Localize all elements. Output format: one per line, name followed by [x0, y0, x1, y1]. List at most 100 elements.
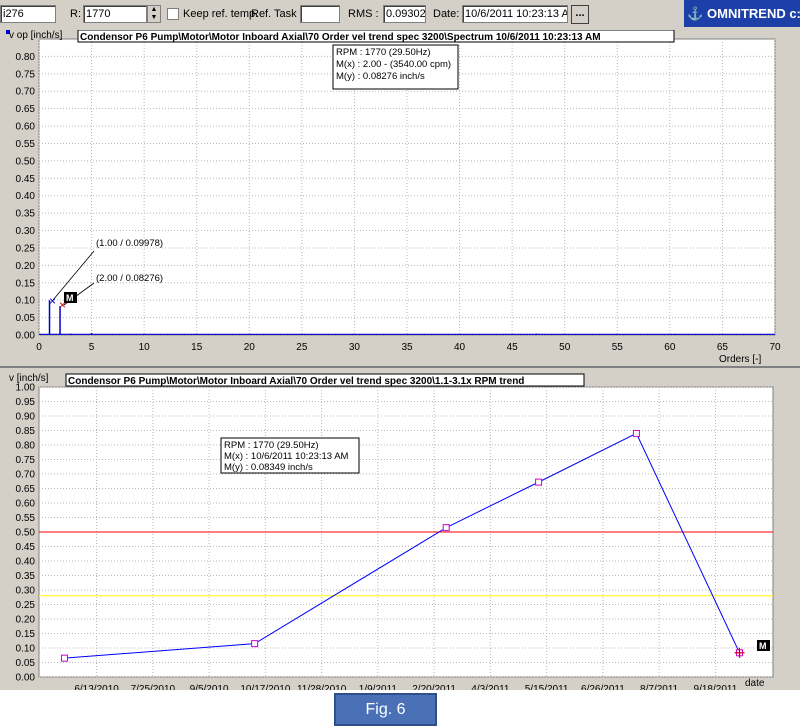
trend-y-tick: 0.40	[16, 557, 36, 568]
keep-ref-label: Keep ref. temp.	[183, 8, 259, 20]
r-label: R:	[70, 8, 81, 20]
spectrum-x-tick: 45	[507, 342, 519, 353]
spectrum-x-tick: 65	[717, 342, 729, 353]
trend-info-my: M(y) : 0.08349 inch/s	[224, 462, 313, 473]
peak-annotation-1x: (1.00 / 0.09978)	[96, 238, 163, 249]
spectrum-x-tick: 60	[664, 342, 676, 353]
spectrum-x-tick: 70	[769, 342, 781, 353]
spectrum-x-tick: 15	[191, 342, 203, 353]
spin-down-icon[interactable]: ▼	[148, 14, 160, 22]
trend-y-tick: 0.50	[16, 528, 36, 539]
trend-y-tick: 0.35	[16, 571, 36, 582]
trend-x-tick: 5/15/2011	[525, 684, 569, 690]
peak-1x-cross-icon: ×	[49, 294, 56, 308]
trend-point[interactable]	[632, 429, 640, 437]
trend-x-tick: 11/28/2010	[297, 684, 347, 690]
spectrum-y-tick: 0.50	[16, 156, 36, 167]
spectrum-y-tick: 0.75	[16, 69, 36, 80]
trend-y-tick: 0.20	[16, 615, 36, 626]
spectrum-title: Condensor P6 Pump\Motor\Motor Inboard Ax…	[80, 32, 601, 43]
trend-x-tick: 2/20/2011	[412, 684, 456, 690]
spectrum-y-tick: 0.20	[16, 261, 36, 272]
trend-y-tick: 0.70	[16, 470, 36, 481]
trend-x-tick: 9/5/2010	[190, 684, 229, 690]
brand-label: OMNITREND c:\	[707, 6, 800, 21]
omnitrend-brand: ⚓ OMNITREND c:\	[684, 0, 800, 27]
trend-x-label: date	[745, 678, 765, 689]
rms-value: 0.09302	[383, 5, 426, 23]
trend-x-tick: 6/13/2010	[74, 684, 119, 690]
date-browse-button[interactable]: ...	[571, 5, 589, 24]
spectrum-y-tick: 0.40	[16, 191, 36, 202]
spectrum-x-tick: 50	[559, 342, 571, 353]
trend-x-tick: 6/26/2011	[581, 684, 625, 690]
keep-ref-checkbox[interactable]	[167, 8, 179, 20]
spectrum-y-tick: 0.30	[16, 226, 36, 237]
spectrum-y-tick: 0.25	[16, 243, 36, 254]
trend-y-tick: 1.00	[16, 383, 36, 394]
trend-chart[interactable]: 6/13/2010 7/25/2010 9/5/2010 10/17/2010 11/2…	[0, 368, 800, 695]
rpm-spinner[interactable]: ▲ ▼	[147, 5, 161, 23]
spectrum-y-tick: 0.55	[16, 139, 36, 150]
trend-y-tick: 0.55	[16, 513, 36, 524]
trend-y-tick: 0.75	[16, 455, 36, 466]
trend-x-tick: 8/7/2011	[640, 684, 679, 690]
date-label: Date:	[433, 8, 460, 20]
trend-y-tick: 0.15	[16, 629, 36, 640]
toolbar: i276 R: 1770 ▲ ▼ Keep ref. temp. Ref. Ta…	[0, 0, 800, 31]
spectrum-y-tick: 0.10	[16, 296, 36, 307]
trend-panel: 6/13/2010 7/25/2010 9/5/2010 10/17/2010 11/2…	[0, 368, 800, 695]
ref-task-field[interactable]	[300, 5, 340, 23]
trend-y-tick: 0.60	[16, 499, 36, 510]
trend-y-tick: 0.95	[16, 397, 36, 408]
spectrum-info-rpm: RPM : 1770 (29.50Hz)	[336, 47, 431, 58]
anchor-icon: ⚓	[687, 6, 704, 21]
date-field[interactable]: 10/6/2011 10:23:13 A	[462, 5, 568, 23]
spectrum-x-tick: 55	[612, 342, 624, 353]
figure-caption: Fig. 6	[334, 693, 437, 726]
spectrum-y-tick: 0.65	[16, 104, 36, 115]
spectrum-x-tick: 40	[454, 342, 466, 353]
trend-info-rpm: RPM : 1770 (29.50Hz)	[224, 440, 319, 451]
trend-x-tick: 7/25/2010	[131, 684, 176, 690]
spectrum-y-tick: 0.05	[16, 313, 36, 324]
id-field[interactable]: i276	[0, 5, 56, 23]
spectrum-x-label: Orders [-]	[719, 354, 761, 365]
spectrum-panel: 0 5 10 15 20 25 30 35 40 45 50 55 60 65 70 0.00 0.05 0.1…	[0, 29, 800, 366]
trend-point[interactable]	[251, 640, 259, 648]
spectrum-info-mx: M(x) : 2.00 - (3540.00 cpm)	[336, 59, 451, 70]
spectrum-y-tick: 0.60	[16, 122, 36, 133]
spectrum-x-tick: 25	[296, 342, 308, 353]
spectrum-x-tick: 10	[139, 342, 151, 353]
spectrum-marker-label: M	[66, 293, 74, 303]
trend-y-label: v [inch/s]	[9, 373, 49, 384]
trend-y-tick: 0.00	[16, 673, 36, 684]
rpm-input[interactable]: 1770	[83, 5, 147, 23]
spectrum-y-tick: 0.35	[16, 209, 36, 220]
trend-y-tick: 0.45	[16, 542, 36, 553]
spectrum-info-my: M(y) : 0.08276 inch/s	[336, 71, 425, 82]
spectrum-y-tick: 0.00	[16, 331, 36, 342]
trend-y-tick: 0.25	[16, 600, 36, 611]
trend-y-tick: 0.65	[16, 484, 36, 495]
trend-y-ticks: 0.00 0.05 0.10 0.15 0.20 0.25 0.30 0.35 0.40 0.45…	[16, 383, 36, 684]
trend-marker-label: M	[759, 641, 767, 651]
ref-task-label: Ref. Task	[251, 8, 297, 20]
spectrum-x-tick: 35	[401, 342, 413, 353]
spectrum-x-ticks: 0 5 10 15 20 25 30 35 40 45 50 55 60 65 70	[36, 342, 781, 353]
spectrum-y-tick: 0.45	[16, 174, 36, 185]
spectrum-chart[interactable]: 0 5 10 15 20 25 30 35 40 45 50 55 60 65 70 0.00 0.05 0.1…	[0, 29, 800, 366]
spectrum-y-label: v op [inch/s]	[9, 30, 63, 41]
trend-x-tick: 10/17/2010	[240, 684, 290, 690]
trend-x-tick: 1/9/2011	[359, 684, 398, 690]
spectrum-x-tick: 20	[244, 342, 256, 353]
trend-y-tick: 0.30	[16, 586, 36, 597]
trend-y-tick: 0.10	[16, 644, 36, 655]
trend-point[interactable]	[60, 654, 68, 662]
spectrum-y-tick: 0.80	[16, 52, 36, 63]
peak-annotation-2x: (2.00 / 0.08276)	[96, 273, 163, 284]
trend-point[interactable]	[535, 478, 543, 486]
rms-label: RMS :	[348, 8, 379, 20]
spin-up-icon[interactable]: ▲	[148, 6, 160, 14]
trend-point[interactable]	[442, 524, 450, 532]
